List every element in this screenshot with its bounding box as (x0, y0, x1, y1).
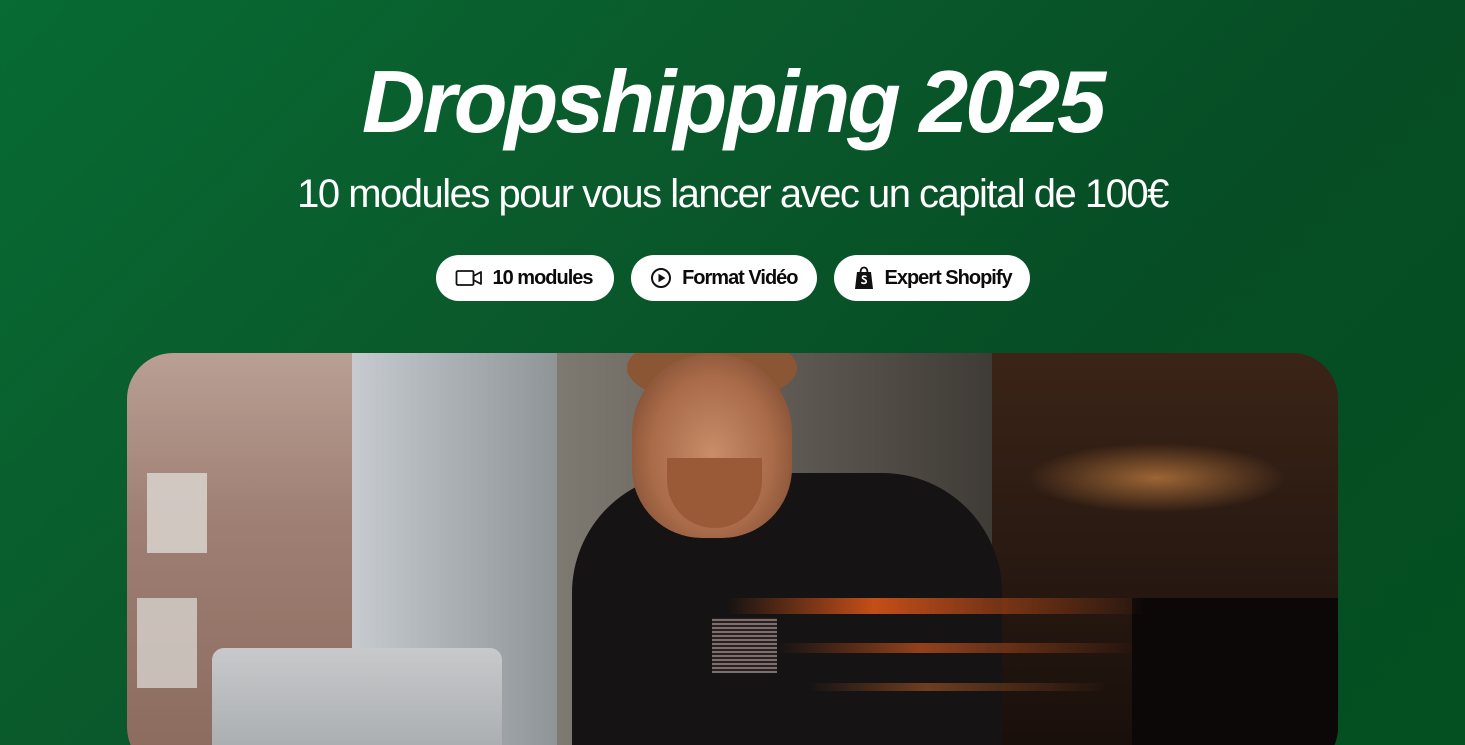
play-circle-icon (650, 266, 673, 290)
hero-photo (127, 353, 1338, 745)
page-title: Dropshipping 2025 (361, 52, 1106, 151)
badge-modules-label: 10 modules (492, 266, 594, 289)
badge-modules: 10 modules (435, 255, 614, 301)
badge-expert-label: Expert Shopify (884, 266, 1013, 289)
badge-format-label: Format Vidéo (682, 266, 798, 289)
badge-format: Format Vidéo (630, 255, 817, 301)
video-camera-icon (455, 266, 483, 290)
badge-expert: Expert Shopify (833, 255, 1030, 301)
page-subtitle: 10 modules pour vous lancer avec un capi… (297, 172, 1169, 216)
laptop (212, 648, 502, 745)
feature-badges: 10 modules Format Vidéo Expert Shopify (0, 255, 1465, 301)
shopify-bag-icon (853, 266, 875, 290)
